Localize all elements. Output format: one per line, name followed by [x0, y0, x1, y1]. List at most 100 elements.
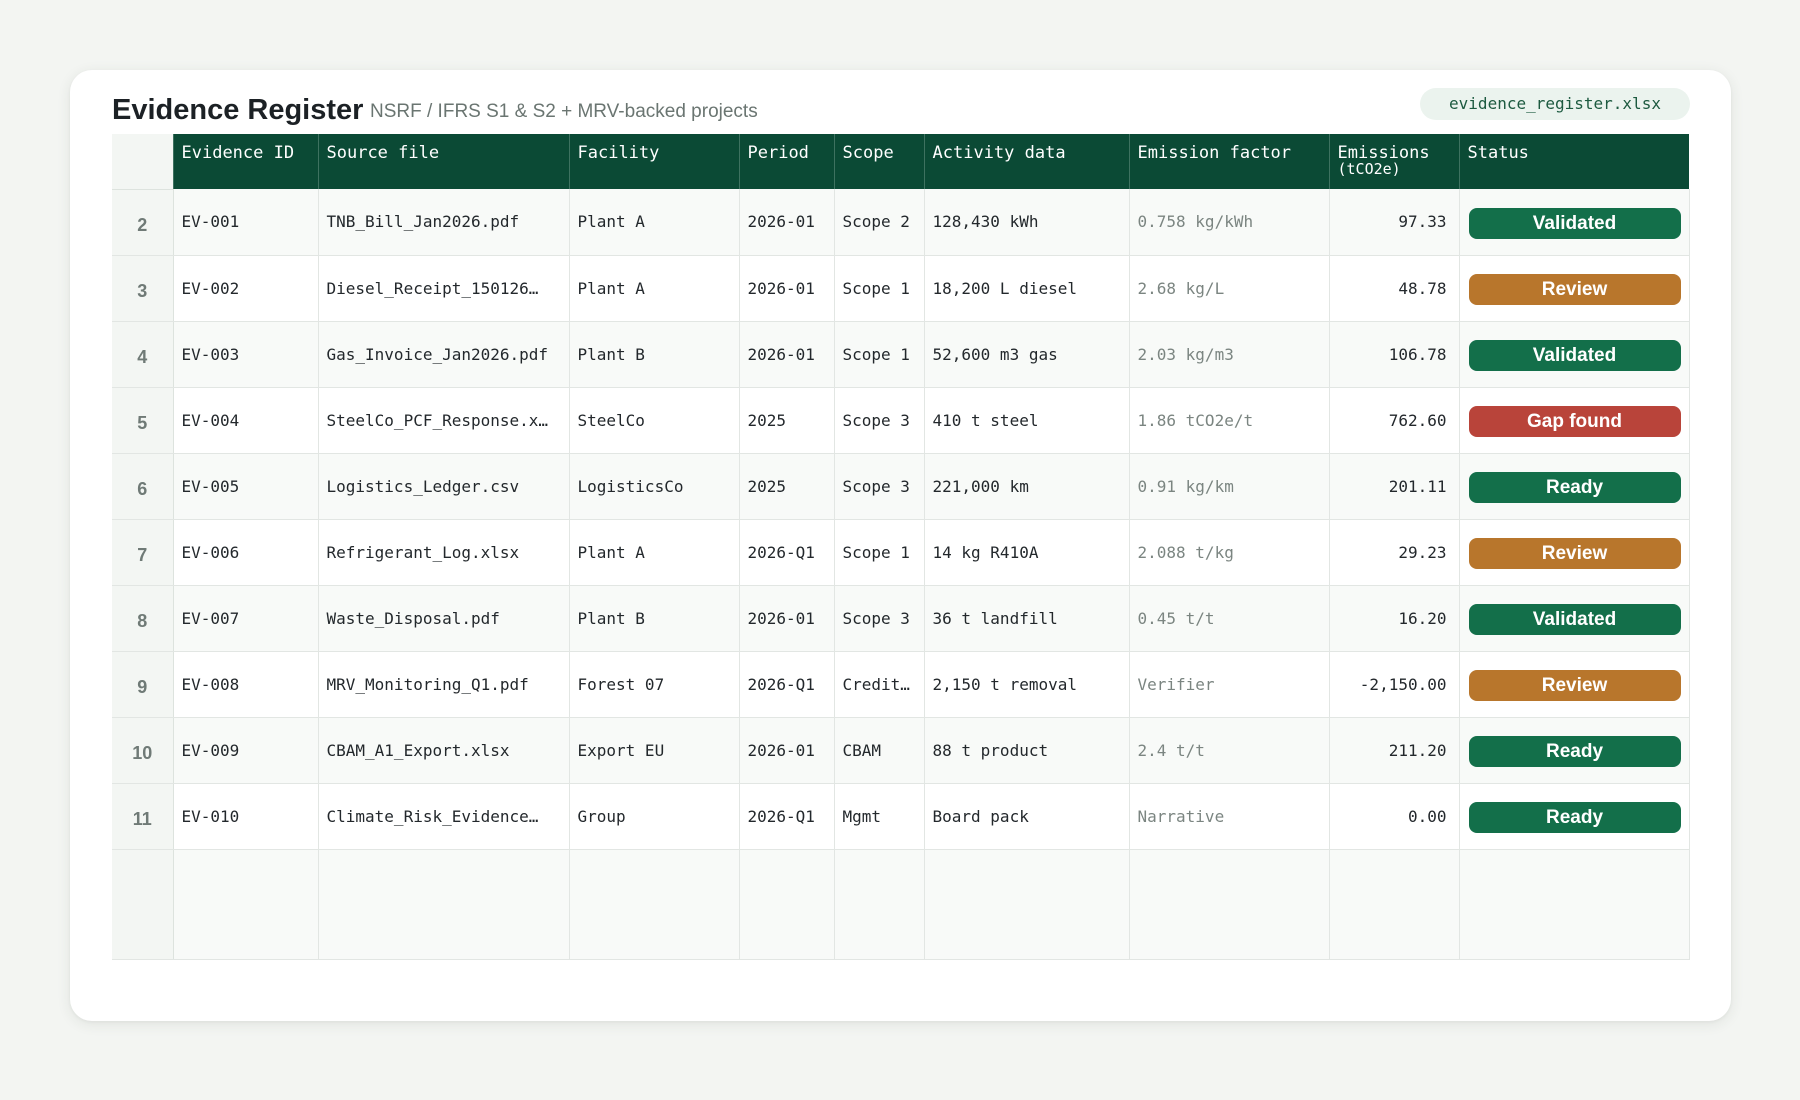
cell-source-file[interactable]: Refrigerant_Log.xlsx: [317, 519, 569, 586]
col-header-period[interactable]: Period: [738, 134, 834, 189]
cell-activity-data[interactable]: 128,430 kWh: [923, 189, 1129, 256]
cell-emission-factor[interactable]: 0.45 t/t: [1128, 585, 1329, 652]
cell-emissions[interactable]: 48.78: [1328, 255, 1459, 322]
cell-activity-data[interactable]: 14 kg R410A: [923, 519, 1129, 586]
row-number[interactable]: 9: [112, 651, 174, 718]
row-number[interactable]: 10: [112, 717, 174, 784]
cell-status[interactable]: Validated: [1458, 321, 1690, 388]
empty-cell[interactable]: [833, 849, 924, 960]
cell-scope[interactable]: Scope 3: [833, 585, 924, 652]
cell-facility[interactable]: Export EU: [568, 717, 739, 784]
cell-source-file[interactable]: Gas_Invoice_Jan2026.pdf: [317, 321, 569, 388]
row-number[interactable]: 5: [112, 387, 174, 454]
empty-cell[interactable]: [317, 849, 569, 960]
cell-activity-data[interactable]: 221,000 km: [923, 453, 1129, 520]
empty-cell[interactable]: [172, 849, 318, 960]
cell-emission-factor[interactable]: 2.088 t/kg: [1128, 519, 1329, 586]
row-number[interactable]: 6: [112, 453, 174, 520]
cell-emission-factor[interactable]: 2.68 kg/L: [1128, 255, 1329, 322]
row-number[interactable]: [112, 849, 174, 960]
cell-emissions[interactable]: 16.20: [1328, 585, 1459, 652]
cell-scope[interactable]: Scope 3: [833, 453, 924, 520]
status-badge[interactable]: Review: [1468, 538, 1681, 569]
status-badge[interactable]: Ready: [1468, 736, 1681, 767]
cell-source-file[interactable]: MRV_Monitoring_Q1.pdf: [317, 651, 569, 718]
cell-facility[interactable]: LogisticsCo: [568, 453, 739, 520]
cell-status[interactable]: Ready: [1458, 717, 1690, 784]
cell-activity-data[interactable]: 410 t steel: [923, 387, 1129, 454]
cell-status[interactable]: Gap found: [1458, 387, 1690, 454]
cell-scope[interactable]: Credit…: [833, 651, 924, 718]
cell-source-file[interactable]: Climate_Risk_Evidence…: [317, 783, 569, 850]
cell-scope[interactable]: CBAM: [833, 717, 924, 784]
col-header-activity-data[interactable]: Activity data: [923, 134, 1129, 189]
cell-source-file[interactable]: Logistics_Ledger.csv: [317, 453, 569, 520]
cell-status[interactable]: Ready: [1458, 453, 1690, 520]
cell-period[interactable]: 2026-Q1: [738, 651, 834, 718]
cell-emission-factor[interactable]: 1.86 tCO2e/t: [1128, 387, 1329, 454]
cell-evidence-id[interactable]: EV-010: [172, 783, 318, 850]
status-badge[interactable]: Ready: [1468, 802, 1681, 833]
row-number[interactable]: 8: [112, 585, 174, 652]
empty-cell[interactable]: [923, 849, 1129, 960]
cell-scope[interactable]: Scope 3: [833, 387, 924, 454]
file-name-chip[interactable]: evidence_register.xlsx: [1420, 88, 1690, 120]
cell-facility[interactable]: SteelCo: [568, 387, 739, 454]
cell-emission-factor[interactable]: 0.758 kg/kWh: [1128, 189, 1329, 256]
cell-period[interactable]: 2025: [738, 387, 834, 454]
cell-scope[interactable]: Scope 1: [833, 519, 924, 586]
cell-facility[interactable]: Forest 07: [568, 651, 739, 718]
cell-emissions[interactable]: 97.33: [1328, 189, 1459, 256]
status-badge[interactable]: Review: [1468, 670, 1681, 701]
cell-period[interactable]: 2026-01: [738, 321, 834, 388]
status-badge[interactable]: Ready: [1468, 472, 1681, 503]
cell-activity-data[interactable]: 36 t landfill: [923, 585, 1129, 652]
cell-evidence-id[interactable]: EV-007: [172, 585, 318, 652]
cell-facility[interactable]: Plant A: [568, 255, 739, 322]
cell-period[interactable]: 2026-01: [738, 717, 834, 784]
cell-emission-factor[interactable]: Narrative: [1128, 783, 1329, 850]
cell-scope[interactable]: Scope 1: [833, 321, 924, 388]
empty-cell[interactable]: [568, 849, 739, 960]
cell-emission-factor[interactable]: 0.91 kg/km: [1128, 453, 1329, 520]
col-header-facility[interactable]: Facility: [568, 134, 739, 189]
col-header-emissions[interactable]: Emissions (tCO2e): [1328, 134, 1459, 189]
cell-source-file[interactable]: CBAM_A1_Export.xlsx: [317, 717, 569, 784]
cell-emissions[interactable]: 762.60: [1328, 387, 1459, 454]
cell-scope[interactable]: Scope 1: [833, 255, 924, 322]
col-header-evidence-id[interactable]: Evidence ID: [172, 134, 318, 189]
empty-cell[interactable]: [738, 849, 834, 960]
cell-emission-factor[interactable]: Verifier: [1128, 651, 1329, 718]
cell-status[interactable]: Review: [1458, 519, 1690, 586]
cell-status[interactable]: Validated: [1458, 189, 1690, 256]
status-badge[interactable]: Gap found: [1468, 406, 1681, 437]
cell-activity-data[interactable]: Board pack: [923, 783, 1129, 850]
cell-emission-factor[interactable]: 2.03 kg/m3: [1128, 321, 1329, 388]
row-number[interactable]: 2: [112, 189, 174, 256]
cell-status[interactable]: Validated: [1458, 585, 1690, 652]
cell-period[interactable]: 2025: [738, 453, 834, 520]
row-number[interactable]: 7: [112, 519, 174, 586]
empty-cell[interactable]: [1128, 849, 1329, 960]
cell-status[interactable]: Review: [1458, 651, 1690, 718]
cell-facility[interactable]: Plant B: [568, 321, 739, 388]
row-number[interactable]: 11: [112, 783, 174, 850]
empty-cell[interactable]: [1328, 849, 1459, 960]
cell-emission-factor[interactable]: 2.4 t/t: [1128, 717, 1329, 784]
cell-facility[interactable]: Plant B: [568, 585, 739, 652]
cell-activity-data[interactable]: 88 t product: [923, 717, 1129, 784]
cell-activity-data[interactable]: 2,150 t removal: [923, 651, 1129, 718]
cell-source-file[interactable]: SteelCo_PCF_Response.x…: [317, 387, 569, 454]
col-header-source-file[interactable]: Source file: [317, 134, 569, 189]
cell-status[interactable]: Ready: [1458, 783, 1690, 850]
cell-emissions[interactable]: 106.78: [1328, 321, 1459, 388]
cell-evidence-id[interactable]: EV-001: [172, 189, 318, 256]
cell-emissions[interactable]: -2,150.00: [1328, 651, 1459, 718]
row-number[interactable]: 3: [112, 255, 174, 322]
corner-cell[interactable]: [112, 134, 173, 190]
cell-period[interactable]: 2026-Q1: [738, 519, 834, 586]
cell-evidence-id[interactable]: EV-009: [172, 717, 318, 784]
status-badge[interactable]: Validated: [1468, 604, 1681, 635]
cell-emissions[interactable]: 211.20: [1328, 717, 1459, 784]
cell-period[interactable]: 2026-01: [738, 585, 834, 652]
